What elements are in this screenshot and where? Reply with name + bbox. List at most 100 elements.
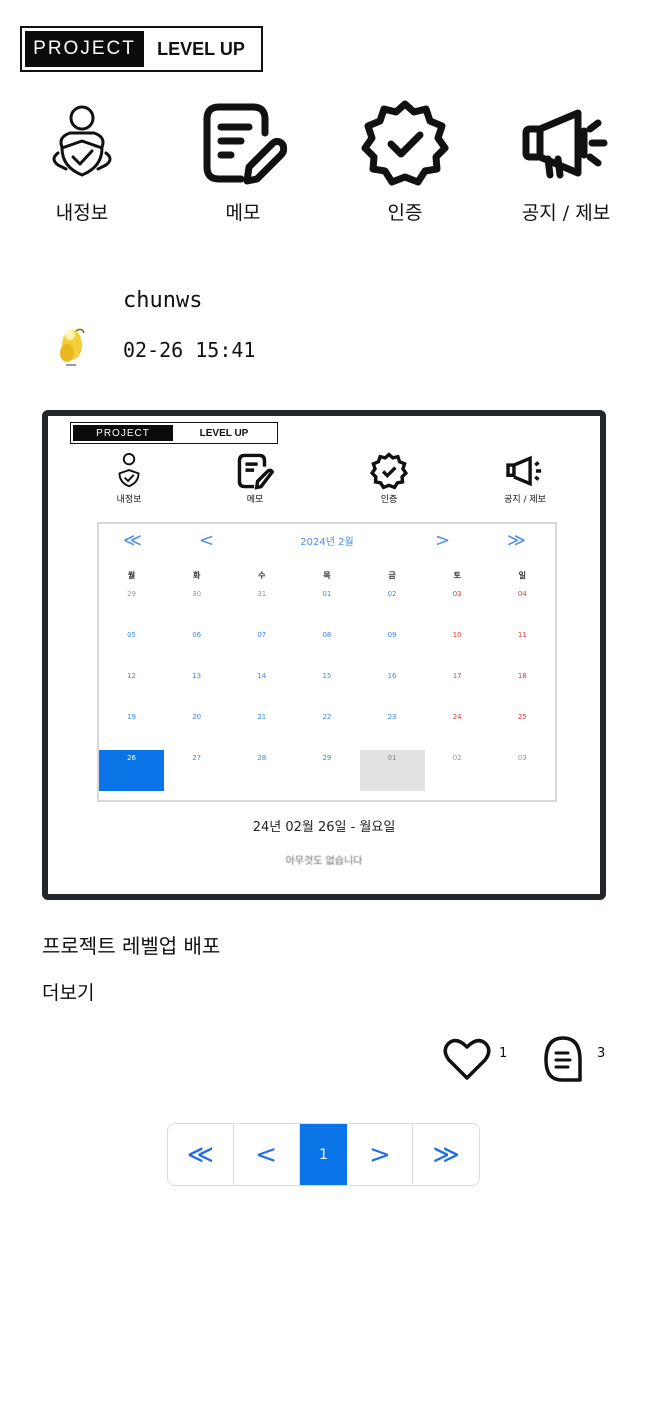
calendar-day: 22 bbox=[322, 713, 332, 721]
calendar-day-selected: 01 bbox=[359, 750, 425, 791]
calendar-day: 03 bbox=[517, 754, 527, 762]
heart-icon bbox=[443, 1038, 491, 1080]
page-button-current[interactable]: 1 bbox=[299, 1124, 348, 1185]
calendar-day: 02 bbox=[387, 590, 397, 598]
nav-notice-report[interactable]: 공지 / 제보 bbox=[501, 98, 631, 228]
calendar-day: 07 bbox=[257, 631, 267, 639]
comment-button[interactable] bbox=[542, 1034, 584, 1084]
calendar-next-year: ≫ bbox=[507, 530, 526, 551]
weekday: 일 bbox=[518, 571, 526, 580]
calendar-day: 27 bbox=[192, 754, 202, 762]
calendar-header: ≪ < 2024년 2월 > ≫ bbox=[99, 524, 555, 558]
image-nav-label: 메모 bbox=[246, 495, 264, 505]
calendar-day: 08 bbox=[322, 631, 332, 639]
user-shield-icon bbox=[34, 98, 130, 188]
comment-icon bbox=[544, 1036, 582, 1082]
calendar-day: 19 bbox=[127, 713, 137, 721]
calendar-day: 04 bbox=[517, 590, 527, 598]
calendar-week: 29 30 31 01 02 03 04 bbox=[99, 586, 555, 627]
calendar-day: 01 bbox=[322, 590, 332, 598]
calendar-day: 29 bbox=[127, 590, 137, 598]
calendar-day: 09 bbox=[387, 631, 397, 639]
image-sub-line: 아무것도 없습니다 bbox=[285, 856, 363, 867]
calendar-week: 26 27 28 29 01 02 03 bbox=[99, 750, 555, 791]
calendar-day: 24 bbox=[452, 713, 462, 721]
calendar-day: 06 bbox=[192, 631, 202, 639]
image-nav-item: 인증 bbox=[344, 452, 434, 508]
image-nav-item: 메모 bbox=[210, 452, 300, 508]
calendar-day: 14 bbox=[257, 672, 267, 680]
calendar-week: 19 20 21 22 23 24 25 bbox=[99, 709, 555, 750]
image-nav-label: 인증 bbox=[380, 495, 398, 505]
last-page-button[interactable]: ≫ bbox=[413, 1124, 479, 1185]
nav-label: 공지 / 제보 bbox=[521, 202, 611, 224]
more-link[interactable]: 더보기 bbox=[42, 978, 94, 1005]
calendar-day: 10 bbox=[452, 631, 462, 639]
like-button[interactable] bbox=[443, 1036, 491, 1082]
top-nav: 내정보 메모 인증 공지 / 제보 bbox=[0, 98, 648, 228]
nav-label: 내정보 bbox=[55, 202, 109, 224]
calendar-title: 2024년 2월 bbox=[300, 537, 354, 548]
calendar-day: 28 bbox=[257, 754, 267, 762]
weekday: 금 bbox=[388, 571, 396, 580]
calendar-grid: 월 화 수 목 금 토 일 29 30 31 01 02 03 04 05 06… bbox=[99, 568, 555, 791]
image-nav-item: 내정보 bbox=[84, 452, 174, 508]
calendar-day: 12 bbox=[127, 672, 137, 680]
memo-edit-icon bbox=[195, 98, 291, 188]
comment-count: 3 bbox=[597, 1046, 606, 1061]
image-nav-item: 공지 / 제보 bbox=[480, 452, 570, 508]
megaphone-icon bbox=[490, 452, 560, 490]
logo-project: PROJECT bbox=[25, 31, 144, 67]
weekday: 월 bbox=[127, 571, 136, 580]
calendar-day: 31 bbox=[257, 590, 267, 598]
verified-badge-icon bbox=[357, 98, 453, 188]
calendar-weekday-row: 월 화 수 목 금 토 일 bbox=[99, 568, 555, 586]
weekday: 수 bbox=[258, 571, 266, 580]
first-page-button[interactable]: ≪ bbox=[168, 1124, 234, 1185]
calendar-day: 30 bbox=[192, 590, 202, 598]
weekday: 화 bbox=[193, 571, 201, 580]
calendar-week: 05 06 07 08 09 10 11 bbox=[99, 627, 555, 668]
logo-level-up: LEVEL UP bbox=[157, 38, 245, 59]
calendar-day: 20 bbox=[192, 713, 202, 721]
calendar-day: 17 bbox=[452, 672, 462, 680]
image-date-line: 24년 02월 26일 - 월요일 bbox=[252, 820, 396, 835]
calendar-day: 05 bbox=[127, 631, 137, 639]
calendar-day: 16 bbox=[387, 672, 397, 680]
calendar-day-today: 26 bbox=[99, 750, 165, 791]
image-logo-project: PROJECT bbox=[73, 425, 173, 441]
verified-badge-icon bbox=[354, 452, 424, 490]
nav-certify[interactable]: 인증 bbox=[340, 98, 470, 228]
calendar-day: 21 bbox=[257, 713, 267, 721]
next-page-button[interactable]: > bbox=[347, 1124, 414, 1185]
image-logo: PROJECT LEVEL UP bbox=[70, 422, 278, 444]
memo-edit-icon bbox=[220, 452, 290, 490]
weekday: 토 bbox=[453, 571, 461, 580]
calendar-week: 12 13 14 15 16 17 18 bbox=[99, 668, 555, 709]
post-time: 02-26 15:41 bbox=[123, 338, 256, 362]
calendar-day: 02 bbox=[452, 754, 462, 762]
like-count: 1 bbox=[499, 1046, 508, 1061]
post-title: 프로젝트 레벨업 배포 bbox=[42, 934, 221, 958]
author-name[interactable]: chunws bbox=[123, 288, 202, 313]
calendar-day: 13 bbox=[192, 672, 202, 680]
nav-label: 메모 bbox=[225, 202, 261, 224]
app-logo[interactable]: PROJECT LEVEL UP bbox=[20, 26, 263, 72]
calendar-next-month: > bbox=[435, 530, 451, 551]
nav-memo[interactable]: 메모 bbox=[178, 98, 308, 228]
image-nav-label: 공지 / 제보 bbox=[504, 495, 546, 505]
megaphone-icon bbox=[518, 98, 614, 188]
calendar-day: 29 bbox=[322, 754, 332, 762]
calendar-day: 25 bbox=[517, 713, 527, 721]
pagination: ≪ < 1 > ≫ bbox=[167, 1123, 480, 1186]
calendar-day: 18 bbox=[517, 672, 527, 680]
prev-page-button[interactable]: < bbox=[234, 1124, 300, 1185]
nav-my-info[interactable]: 내정보 bbox=[17, 98, 147, 228]
image-calendar: ≪ < 2024년 2월 > ≫ 월 화 수 목 금 토 일 29 30 31 … bbox=[97, 522, 557, 802]
weekday: 목 bbox=[323, 571, 331, 580]
calendar-day: 23 bbox=[387, 713, 397, 721]
avatar[interactable] bbox=[52, 323, 90, 369]
calendar-day: 15 bbox=[322, 672, 332, 680]
user-shield-icon bbox=[94, 452, 164, 490]
post-image[interactable]: PROJECT LEVEL UP 내정보 메모 인증 공지 / 제보 ≪ < 2… bbox=[42, 410, 606, 900]
